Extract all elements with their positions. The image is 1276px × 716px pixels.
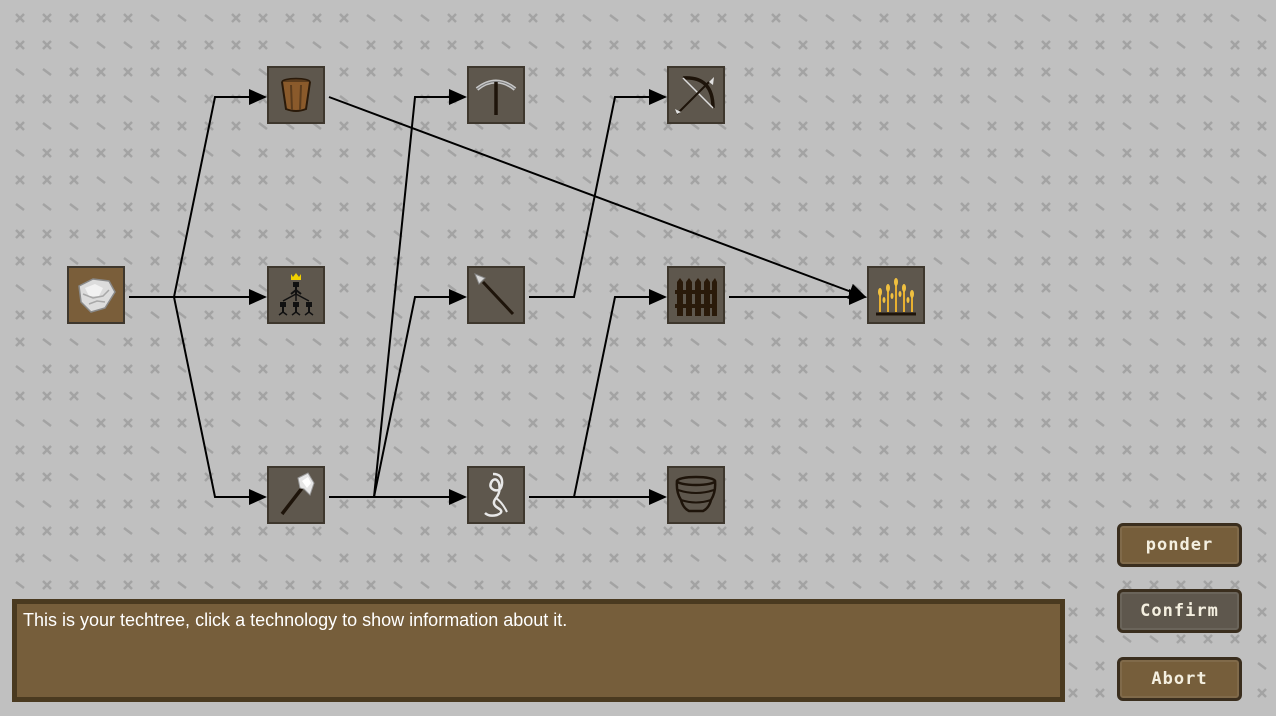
tech-node-spear[interactable] — [467, 266, 525, 324]
basket-icon — [675, 475, 717, 513]
fence-icon — [675, 278, 717, 316]
edge-bucket-to-farming — [328, 96, 867, 299]
edge-flint-to-bucket — [129, 89, 267, 298]
abort-button[interactable]: Abort — [1117, 657, 1242, 701]
tech-node-rope[interactable] — [467, 466, 525, 524]
spear-icon — [474, 273, 515, 316]
bucket-icon — [281, 77, 311, 112]
stone-axe-icon — [280, 472, 315, 516]
wheat-farming-icon — [876, 278, 916, 316]
tech-node-basket[interactable] — [667, 466, 725, 524]
bow-icon — [675, 76, 715, 115]
tech-node-axe[interactable] — [267, 466, 325, 524]
confirm-button[interactable]: Confirm — [1117, 589, 1242, 633]
tech-node-pickaxe[interactable] — [467, 66, 525, 124]
edge-axe-to-spear — [329, 289, 467, 498]
tech-node-bucket[interactable] — [267, 66, 325, 124]
leadership-hierarchy-icon — [278, 273, 314, 316]
ponder-button[interactable]: ponder — [1117, 523, 1242, 567]
rope-icon — [484, 472, 508, 517]
flint-stone-icon — [78, 278, 116, 313]
tech-node-farming[interactable] — [867, 266, 925, 324]
tech-node-leadership[interactable] — [267, 266, 325, 324]
edge-rope-to-fence — [529, 289, 667, 498]
edge-flint-to-axe — [129, 296, 267, 505]
tech-node-bow[interactable] — [667, 66, 725, 124]
tech-node-fence[interactable] — [667, 266, 725, 324]
info-panel: This is your techtree, click a technolog… — [12, 599, 1065, 702]
tech-node-flint[interactable] — [67, 266, 125, 324]
pickaxe-icon — [475, 79, 517, 115]
info-text: This is your techtree, click a technolog… — [23, 610, 568, 630]
